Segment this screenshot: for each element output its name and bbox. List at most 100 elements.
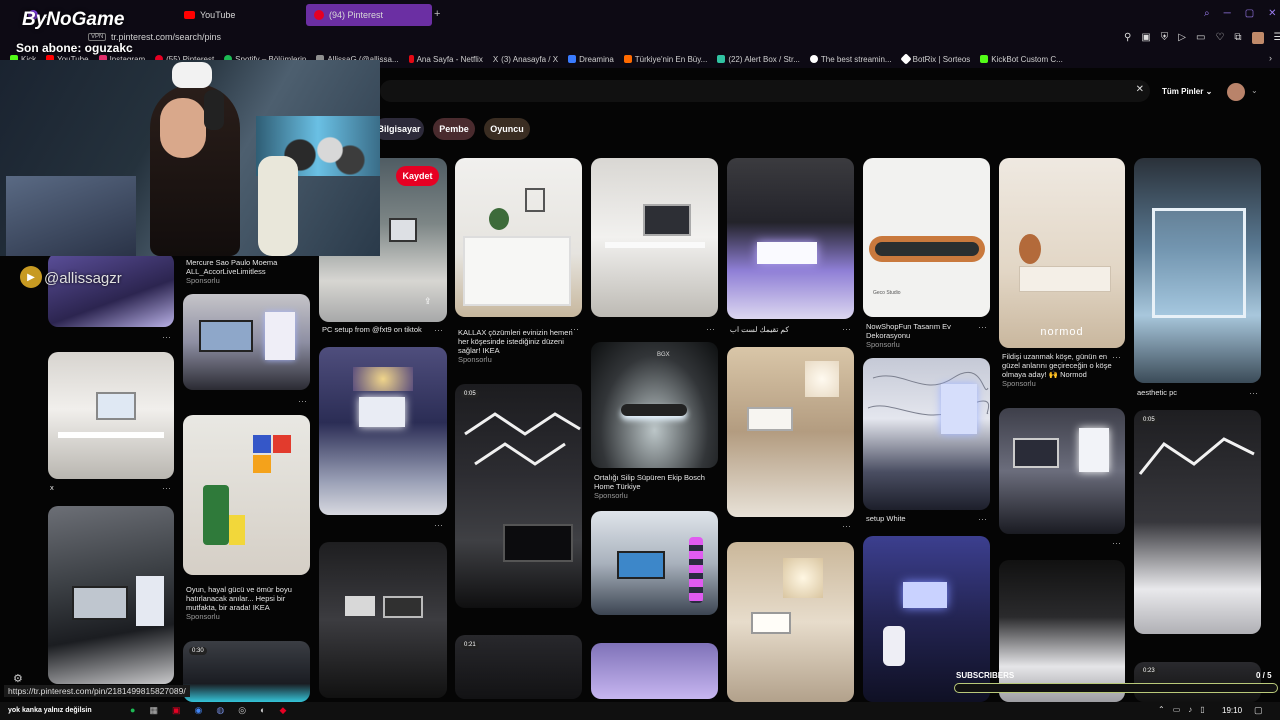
bookmark-turkiye[interactable]: Türkiye'nin En Büy...	[623, 55, 707, 64]
pin-image[interactable]	[183, 415, 310, 575]
bookmark-botrix[interactable]: BotRix | Sorteos	[899, 53, 970, 65]
play-icon[interactable]: ▷	[1178, 32, 1186, 44]
pin-caption[interactable]: Mercure Sao Paulo Moema ALL_AccorLiveLim…	[186, 258, 311, 285]
pin-caption[interactable]: Oyun, hayal gücü ve ömür boyu hatırlanac…	[186, 585, 311, 621]
pin-image[interactable]	[727, 347, 854, 517]
notification-icon[interactable]: ▢	[1254, 705, 1263, 716]
network-icon[interactable]: ▭	[1173, 705, 1181, 714]
chip-bilgisayar[interactable]: Bilgisayar	[374, 118, 424, 140]
more-icon[interactable]: ⋯	[1112, 352, 1121, 363]
more-icon[interactable]: ⋯	[298, 396, 307, 407]
pin-image[interactable]	[455, 158, 582, 317]
pin-caption[interactable]: Fildişi uzanmak köşe, günün en güzel anl…	[1002, 352, 1127, 388]
wallet-icon[interactable]: ▭	[1196, 32, 1205, 44]
search-input[interactable]: ✕	[380, 80, 1150, 102]
more-icon[interactable]: ⋯	[434, 520, 443, 531]
pin-caption[interactable]: NowShopFun Tasarım Ev Dekorasyonu Sponso…	[866, 322, 991, 349]
app-icon[interactable]: ◎	[238, 705, 246, 716]
pin-image[interactable]	[727, 158, 854, 319]
minimize-icon[interactable]: ─	[1224, 8, 1231, 19]
more-icon[interactable]: ⋯	[842, 324, 851, 335]
more-icon[interactable]: ⋯	[842, 521, 851, 532]
pin-image[interactable]	[319, 347, 447, 515]
more-icon[interactable]: ⋯	[162, 332, 171, 343]
more-icon[interactable]: ⋯	[1112, 538, 1121, 549]
pin-icon[interactable]: ⚲	[1124, 32, 1131, 44]
pin-image[interactable]	[727, 542, 854, 702]
volume-icon[interactable]: ♪	[1188, 705, 1192, 714]
new-tab-button[interactable]: +	[434, 8, 440, 20]
pin-image[interactable]: 0:05	[455, 384, 582, 608]
app-icon[interactable]: ▣	[172, 705, 181, 716]
bookmark-netflix[interactable]: Ana Sayfa - Netflix	[408, 55, 483, 64]
chevron-right-icon[interactable]: ›	[1269, 53, 1272, 63]
pin-caption[interactable]: KALLAX çözümleri evinizin hemen her köşe…	[458, 328, 583, 364]
more-icon[interactable]: ⋯	[434, 325, 443, 336]
pin-image[interactable]: normod	[999, 158, 1125, 348]
more-icon[interactable]: ⋯	[978, 322, 987, 333]
pin-caption[interactable]: x	[50, 483, 175, 492]
vpn-badge[interactable]: VPN	[88, 33, 107, 41]
chip-oyuncu[interactable]: Oyuncu	[484, 118, 530, 140]
app-icon[interactable]: ▦	[149, 705, 158, 716]
pin-image[interactable]: BGX	[591, 342, 718, 468]
heart-icon[interactable]: ♡	[1215, 32, 1224, 44]
pin-image[interactable]	[319, 542, 447, 698]
pin-image[interactable]	[183, 294, 310, 390]
bookmark-kickbot[interactable]: KickBot Custom C...	[980, 55, 1063, 64]
pin-image[interactable]	[591, 158, 718, 317]
bookmark-streaming[interactable]: The best streamin...	[809, 55, 892, 64]
pin-image[interactable]: Geco Studio	[863, 158, 990, 317]
user-avatar[interactable]	[1227, 83, 1245, 101]
settings-icon[interactable]: ⚙	[13, 672, 23, 685]
discord-icon[interactable]: ◍	[216, 705, 224, 716]
more-icon[interactable]: ⋯	[706, 324, 715, 335]
pin-caption[interactable]: setup White	[866, 514, 991, 523]
extensions-icon[interactable]: ⧉	[1234, 32, 1241, 44]
chrome-icon[interactable]: ◉	[194, 705, 202, 716]
pin-image[interactable]: 0:05	[1134, 410, 1261, 634]
obs-icon[interactable]: ◐	[260, 705, 265, 716]
pin-image[interactable]	[48, 352, 174, 479]
pin-image[interactable]	[1134, 158, 1261, 383]
shield-icon[interactable]: ⛨	[1161, 32, 1169, 44]
save-button[interactable]: Kaydet	[396, 166, 439, 186]
maximize-icon[interactable]: ▢	[1245, 8, 1254, 19]
more-icon[interactable]: ⋯	[162, 483, 171, 494]
bookmark-x[interactable]: X (3) Anasayfa / X	[493, 55, 558, 64]
more-icon[interactable]: ⋯	[978, 514, 987, 525]
app-icon[interactable]: ◆	[279, 705, 286, 716]
battery-icon[interactable]: ▯	[1200, 705, 1204, 714]
bookmark-dreamina[interactable]: Dreamina	[568, 55, 614, 64]
screenshot-icon[interactable]: ▣	[1141, 32, 1150, 44]
share-icon[interactable]: ⇪	[424, 296, 432, 307]
pin-caption[interactable]: PC setup from @fxt9 on tiktok	[322, 325, 447, 334]
pin-caption[interactable]: aesthetic pc	[1137, 388, 1262, 397]
chevron-up-icon[interactable]: ⌃	[1158, 705, 1165, 714]
close-icon[interactable]: ✕	[1268, 8, 1276, 19]
profile-avatar[interactable]	[1251, 32, 1264, 44]
clear-search-icon[interactable]: ✕	[1136, 84, 1144, 95]
more-icon[interactable]: ⋯	[1249, 388, 1258, 399]
pin-image[interactable]	[591, 511, 718, 615]
pin-image[interactable]: 0:21	[455, 635, 582, 699]
search-icon[interactable]: ⌕	[1204, 8, 1210, 19]
tab-pinterest[interactable]: (94) Pinterest	[306, 4, 432, 26]
filter-dropdown[interactable]: Tüm Pinler ⌄	[1162, 87, 1212, 96]
pin-image[interactable]	[591, 643, 718, 699]
spotify-icon[interactable]: ●	[130, 705, 135, 716]
pin-caption[interactable]: Ortalığı Silip Süpüren Ekip Bosch Home T…	[594, 473, 719, 500]
pin-image[interactable]	[48, 253, 174, 327]
pin-caption[interactable]: كم تقيمك لست اب	[729, 325, 789, 334]
chip-pembe[interactable]: Pembe	[433, 118, 475, 140]
more-icon[interactable]: ⋯	[570, 324, 579, 335]
tab-youtube[interactable]: YouTube	[176, 4, 304, 26]
pin-image[interactable]: 0:30	[183, 641, 310, 702]
pin-image[interactable]	[999, 408, 1125, 534]
menu-icon[interactable]: ☰	[1274, 32, 1280, 44]
pin-image[interactable]	[863, 358, 990, 510]
bookmark-alertbox[interactable]: (22) Alert Box / Str...	[717, 55, 800, 64]
pin-image[interactable]	[48, 506, 174, 684]
account-chevron-icon[interactable]: ⌄	[1251, 86, 1258, 95]
pin-image[interactable]	[999, 560, 1125, 702]
